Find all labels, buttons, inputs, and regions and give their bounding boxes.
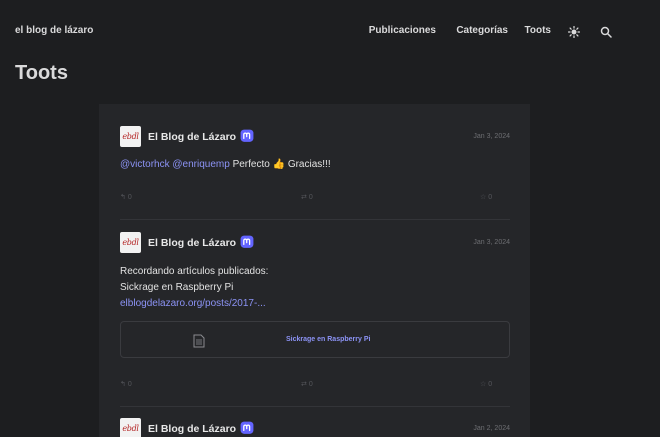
reply-button[interactable]: ↰ 0	[120, 380, 132, 388]
reply-icon: ↰	[120, 194, 128, 201]
toot-text-line: Sickrage en Raspberry Pi	[120, 282, 234, 293]
boost-icon: ⇄	[301, 381, 309, 388]
reply-button[interactable]: ↰ 0	[120, 193, 132, 201]
link-preview-card[interactable]: Sickrage en Raspberry Pi	[120, 321, 510, 358]
boost-count: 0	[308, 194, 313, 201]
site-header: el blog de lázaro Publicaciones Categorí…	[0, 0, 660, 62]
toot-text-line: Recordando artículos publicados:	[120, 266, 269, 277]
boost-button[interactable]: ⇄ 0	[301, 193, 313, 201]
toot-divider	[120, 219, 510, 220]
nav-categorias[interactable]: Categorías	[456, 25, 508, 36]
toot-date[interactable]: Jan 3, 2024	[473, 239, 510, 246]
reply-count: 0	[127, 381, 132, 388]
toot-author[interactable]: El Blog de Lázaro	[148, 237, 236, 249]
toot-mentions[interactable]: @victorhck @enriquemp	[120, 159, 230, 170]
fav-count: 0	[488, 194, 493, 201]
fav-button[interactable]: ☆ 0	[480, 380, 492, 388]
toot-link[interactable]: elblogdelazaro.org/posts/2017-...	[120, 296, 510, 312]
star-icon: ☆	[480, 194, 489, 201]
site-logo[interactable]: el blog de lázaro	[15, 25, 93, 36]
mastodon-icon	[240, 421, 254, 435]
boost-button[interactable]: ⇄ 0	[301, 380, 313, 388]
boost-icon: ⇄	[301, 194, 309, 201]
avatar[interactable]: ebdl	[120, 126, 141, 147]
mastodon-icon	[240, 129, 254, 143]
toot-text: Perfecto 👍 Gracias!!!	[232, 159, 331, 170]
toot-item: ebdl El Blog de Lázaro Jan 3, 2024 Recor…	[120, 232, 510, 392]
reply-icon: ↰	[120, 381, 128, 388]
toot-actions: ↰ 0 ⇄ 0 ☆ 0	[120, 380, 510, 390]
avatar[interactable]: ebdl	[120, 232, 141, 253]
boost-count: 0	[308, 381, 313, 388]
sun-icon[interactable]	[567, 25, 581, 39]
nav-toots[interactable]: Toots	[525, 25, 551, 36]
nav-publicaciones[interactable]: Publicaciones	[369, 25, 436, 36]
toot-content: Recordando artículos publicados: Sickrag…	[120, 264, 510, 312]
toot-author[interactable]: El Blog de Lázaro	[148, 131, 236, 143]
toot-date[interactable]: Jan 3, 2024	[473, 133, 510, 140]
fav-button[interactable]: ☆ 0	[480, 193, 492, 201]
toots-feed: ebdl El Blog de Lázaro Jan 3, 2024 @vict…	[99, 104, 530, 437]
toot-date[interactable]: Jan 2, 2024	[473, 425, 510, 432]
toot-item: ebdl El Blog de Lázaro Jan 2, 2024	[120, 418, 510, 437]
toot-divider	[120, 406, 510, 407]
page-title: Toots	[15, 62, 68, 84]
fav-count: 0	[488, 381, 493, 388]
search-icon[interactable]	[599, 25, 613, 39]
avatar[interactable]: ebdl	[120, 418, 141, 437]
card-title[interactable]: Sickrage en Raspberry Pi	[286, 336, 370, 343]
toot-content: @victorhck @enriquemp Perfecto 👍 Gracias…	[120, 157, 510, 173]
toot-item: ebdl El Blog de Lázaro Jan 3, 2024 @vict…	[120, 126, 510, 206]
toot-author[interactable]: El Blog de Lázaro	[148, 423, 236, 435]
reply-count: 0	[127, 194, 132, 201]
mastodon-icon	[240, 235, 254, 249]
star-icon: ☆	[480, 381, 489, 388]
document-icon	[193, 334, 205, 348]
toot-actions: ↰ 0 ⇄ 0 ☆ 0	[120, 193, 510, 203]
